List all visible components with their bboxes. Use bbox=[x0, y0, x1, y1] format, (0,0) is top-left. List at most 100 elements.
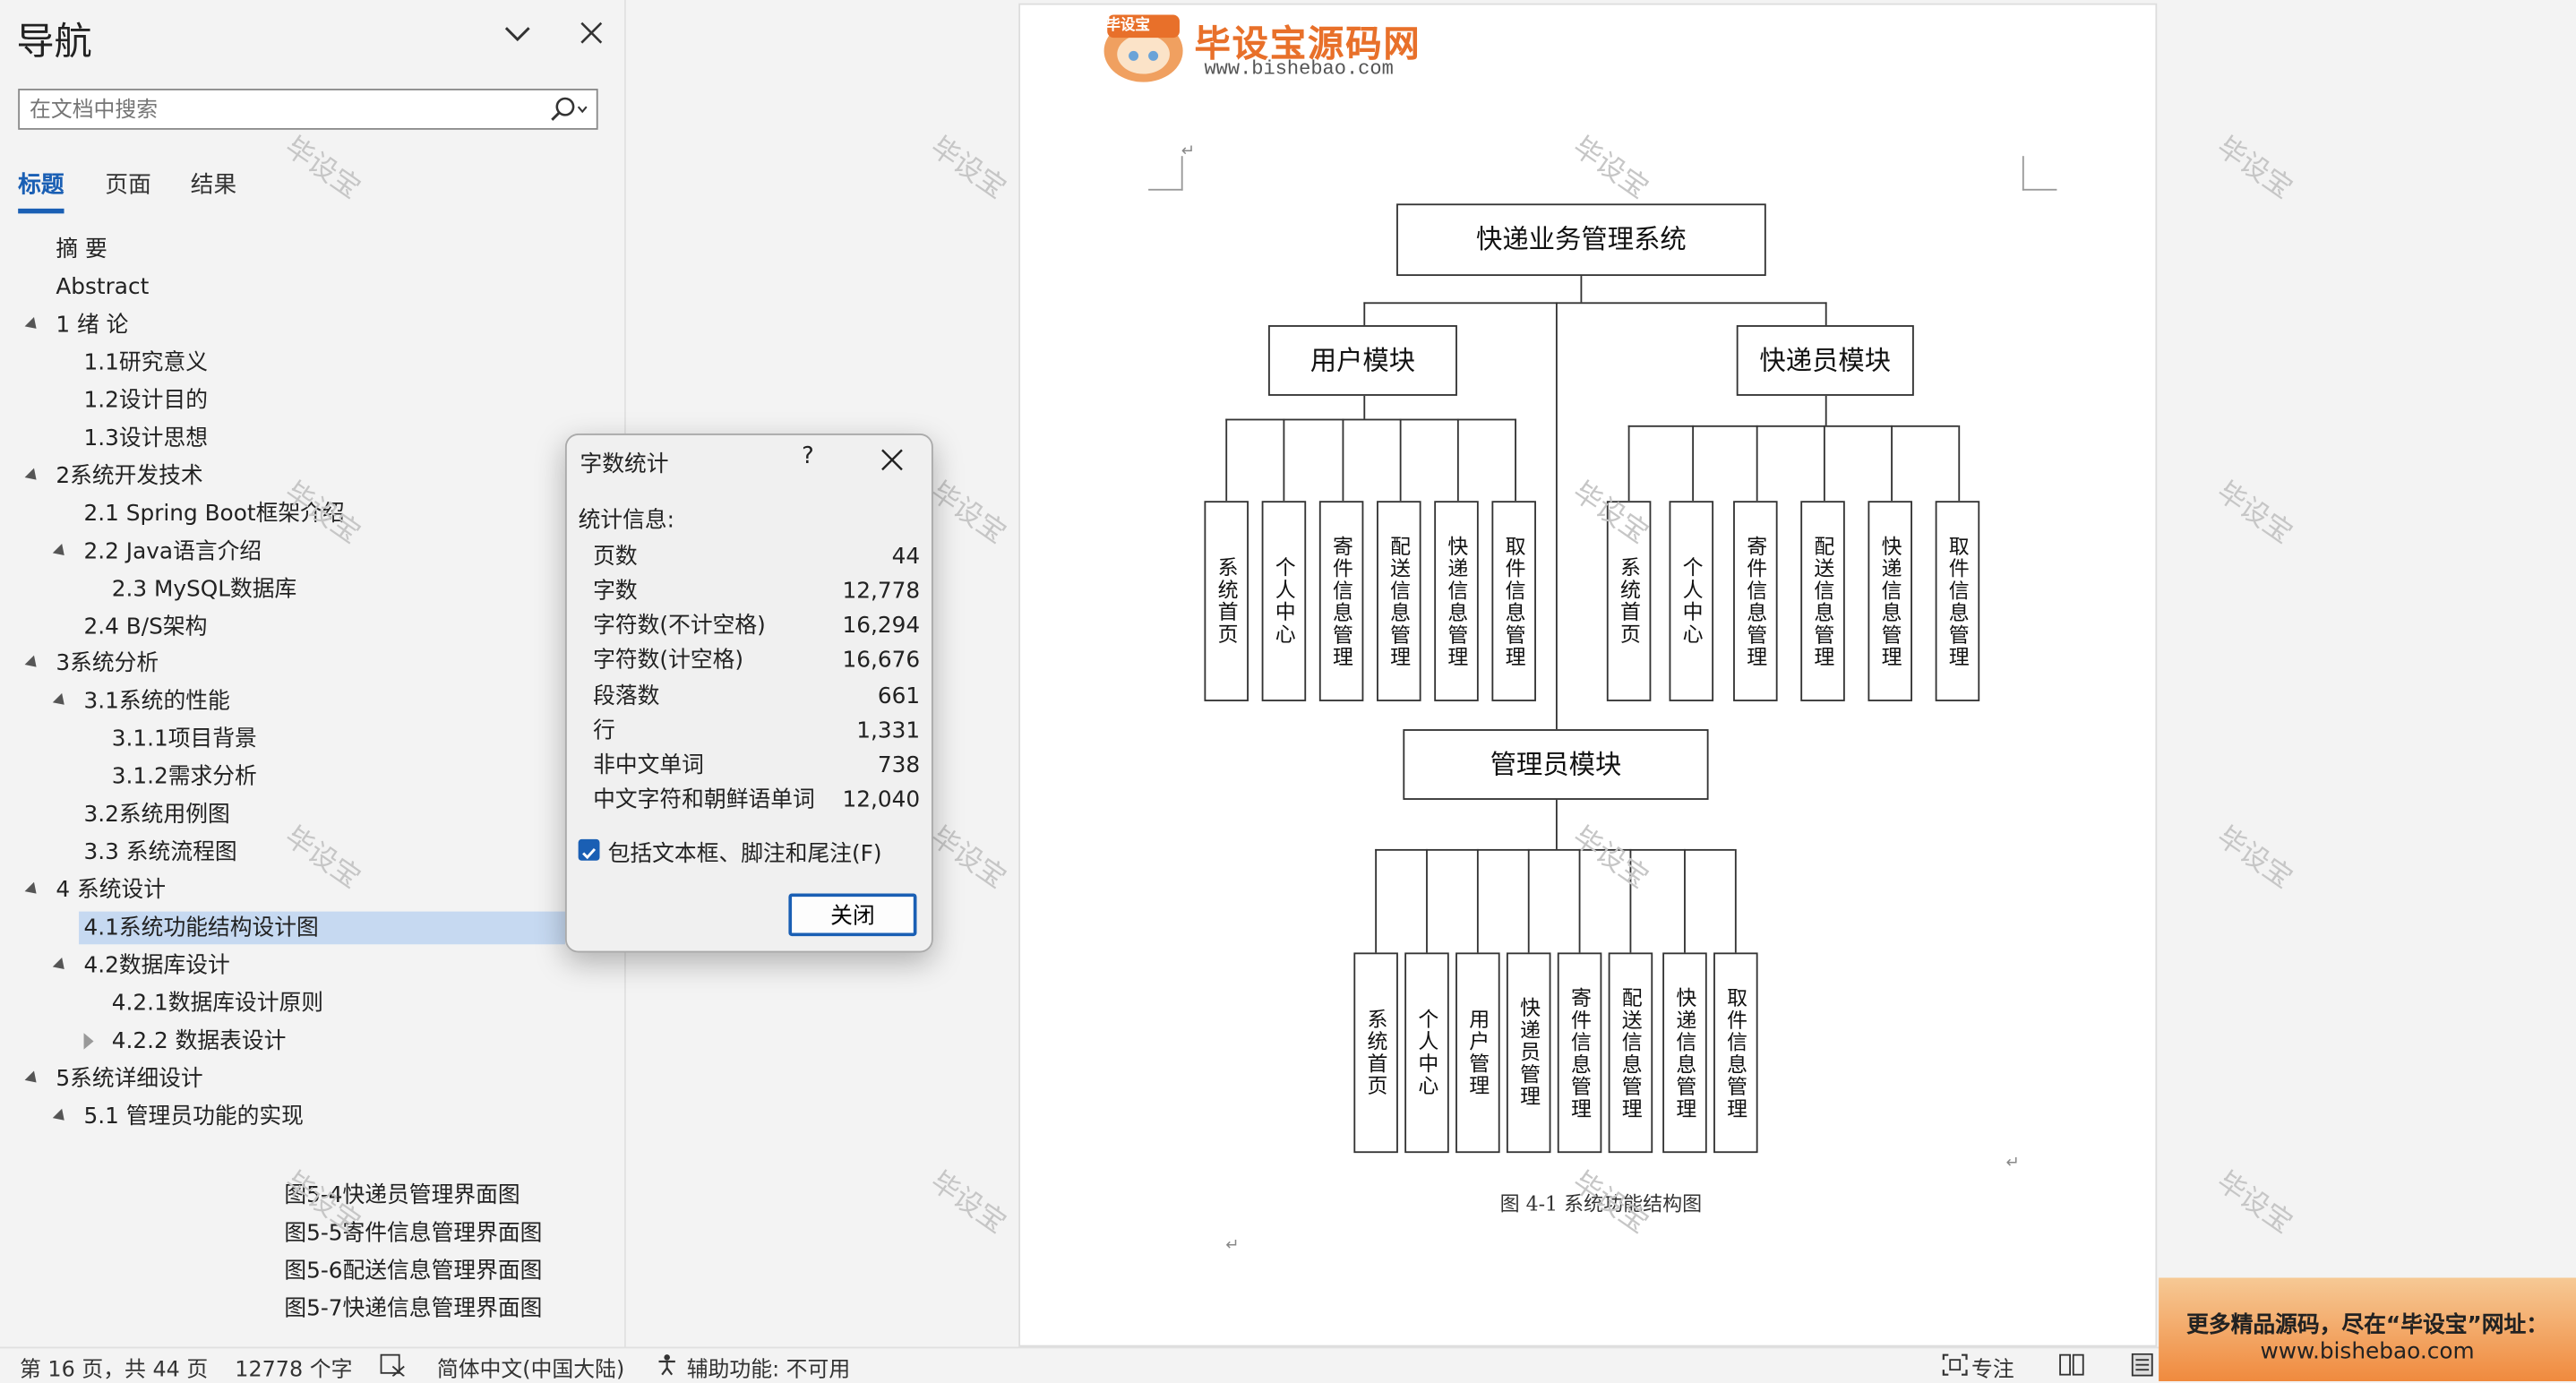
chart-leaf-label: 个人中心 bbox=[1271, 556, 1297, 646]
expand-arrow-icon[interactable] bbox=[52, 543, 69, 560]
proofing-icon[interactable] bbox=[380, 1353, 406, 1383]
tab-headings[interactable]: 标题 bbox=[18, 168, 64, 201]
checkbox-label[interactable]: 包括文本框、脚注和尾注(F) bbox=[608, 834, 882, 867]
nav-heading-item[interactable]: 4.1系统功能结构设计图 bbox=[79, 911, 565, 945]
stat-row: 中文字符和朝鲜语单词 12,040 bbox=[593, 784, 920, 817]
expand-arrow-icon[interactable] bbox=[24, 468, 41, 485]
chart-leaf-label: 配送信息管理 bbox=[1618, 986, 1644, 1120]
statistics-label: 统计信息: bbox=[578, 507, 675, 534]
expand-arrow-icon[interactable] bbox=[24, 1070, 41, 1087]
page-count-status[interactable]: 第 16 页，共 44 页 bbox=[20, 1352, 208, 1383]
watermark-text: 毕设宝 bbox=[2210, 820, 2298, 896]
tab-pages[interactable]: 页面 bbox=[105, 168, 150, 201]
focus-mode-label[interactable]: 专注 bbox=[1971, 1352, 2014, 1383]
chart-leaf-label: 快递信息管理 bbox=[1877, 534, 1902, 668]
stat-value: 16,294 bbox=[842, 612, 921, 640]
accessibility-status[interactable]: 辅助功能: 不可用 bbox=[687, 1352, 851, 1383]
nav-heading-item[interactable]: 1.2设计目的 bbox=[79, 384, 208, 417]
chart-courier-module: 快递员模块 bbox=[1736, 325, 1914, 396]
stat-value: 12,040 bbox=[842, 786, 921, 813]
nav-heading-item[interactable]: 2.3 MySQL数据库 bbox=[107, 572, 297, 606]
stat-value: 1,331 bbox=[856, 717, 921, 744]
stat-row: 页数 44 bbox=[593, 540, 920, 573]
nav-heading-item[interactable]: 3.1.1项目背景 bbox=[107, 723, 257, 756]
chart-leaf-label: 寄件信息管理 bbox=[1743, 534, 1768, 668]
stat-row: 字符数(不计空格) 16,294 bbox=[593, 609, 920, 642]
document-page[interactable]: 毕设宝 毕设宝源码网 www.bishebao.com ↵ 快递业务管理系统 用… bbox=[1018, 3, 2158, 1347]
chart-leaf-node: 寄件信息管理 bbox=[1557, 952, 1602, 1154]
language-status[interactable]: 简体中文(中国大陆) bbox=[437, 1352, 624, 1383]
nav-heading-item[interactable]: 3系统分析 bbox=[51, 648, 159, 681]
chart-leaf-label: 个人中心 bbox=[1679, 556, 1704, 646]
watermark-text: 毕设宝 bbox=[923, 476, 1012, 551]
nav-heading-item[interactable]: 4.2.2 数据表设计 bbox=[107, 1025, 287, 1058]
nav-heading-item[interactable]: 2.4 B/S架构 bbox=[79, 610, 208, 643]
close-icon[interactable] bbox=[577, 18, 606, 47]
nav-heading-item[interactable]: 1.1研究意义 bbox=[79, 347, 208, 380]
chart-leaf-label: 取件信息管理 bbox=[1501, 534, 1526, 668]
collapse-arrow-icon[interactable] bbox=[83, 1033, 94, 1050]
promo-banner[interactable]: 更多精品源码，尽在“毕设宝”网址： www.bishebao.com bbox=[2159, 1277, 2576, 1382]
close-icon[interactable] bbox=[880, 447, 904, 471]
chart-leaf-label: 快递信息管理 bbox=[1444, 534, 1469, 668]
nav-heading-item[interactable]: 4 系统设计 bbox=[51, 874, 166, 907]
watermark-text: 毕设宝 bbox=[2210, 476, 2298, 551]
chart-root-node: 快递业务管理系统 bbox=[1396, 203, 1766, 277]
stat-label: 页数 bbox=[593, 543, 638, 571]
print-layout-icon[interactable] bbox=[2129, 1353, 2155, 1383]
close-button[interactable]: 关闭 bbox=[788, 893, 917, 937]
chevron-down-icon[interactable] bbox=[501, 20, 534, 49]
tab-results[interactable]: 结果 bbox=[191, 168, 236, 201]
nav-figure-item[interactable]: 图5-7快递信息管理界面图 bbox=[284, 1289, 542, 1322]
stat-row: 字符数(计空格) 16,676 bbox=[593, 644, 920, 677]
expand-arrow-icon[interactable] bbox=[24, 316, 41, 333]
expand-arrow-icon[interactable] bbox=[52, 958, 69, 975]
chart-leaf-label: 取件信息管理 bbox=[1723, 986, 1748, 1120]
nav-heading-item[interactable]: Abstract bbox=[51, 271, 149, 304]
nav-heading-item[interactable]: 3.1系统的性能 bbox=[79, 685, 230, 718]
stat-value: 44 bbox=[891, 543, 921, 571]
nav-heading-item[interactable]: 3.2系统用例图 bbox=[79, 799, 230, 832]
read-mode-icon[interactable] bbox=[2058, 1353, 2084, 1383]
stat-label: 字符数(不计空格) bbox=[593, 612, 766, 640]
chart-leaf-label: 系统首页 bbox=[1616, 556, 1642, 646]
search-box[interactable] bbox=[18, 89, 598, 130]
nav-heading-item[interactable]: 4.2.1数据库设计原则 bbox=[107, 987, 323, 1020]
nav-heading-item[interactable]: 3.1.2需求分析 bbox=[107, 760, 257, 794]
chart-leaf-node: 配送信息管理 bbox=[1800, 501, 1845, 701]
nav-figure-item[interactable]: 图5-6配送信息管理界面图 bbox=[284, 1251, 542, 1284]
chart-leaf-node: 快递信息管理 bbox=[1868, 501, 1912, 701]
stat-label: 非中文单词 bbox=[593, 752, 704, 779]
accessibility-icon[interactable] bbox=[656, 1353, 682, 1383]
focus-icon[interactable] bbox=[1942, 1353, 1968, 1383]
chart-leaf-label: 快递信息管理 bbox=[1672, 986, 1697, 1120]
nav-heading-item[interactable]: 5系统详细设计 bbox=[51, 1062, 202, 1095]
paragraph-mark: ↵ bbox=[1225, 1236, 1240, 1255]
nav-heading-item[interactable]: 1.3设计思想 bbox=[79, 422, 208, 455]
search-icon[interactable] bbox=[547, 95, 590, 125]
nav-heading-item[interactable]: 3.3 系统流程图 bbox=[79, 837, 237, 870]
stat-value: 661 bbox=[877, 683, 921, 710]
watermark-text: 毕设宝 bbox=[923, 820, 1012, 896]
search-input[interactable] bbox=[30, 95, 523, 125]
logo-url: www.bishebao.com bbox=[1204, 57, 1394, 81]
nav-heading-item[interactable]: 5.1 管理员功能的实现 bbox=[79, 1100, 304, 1133]
nav-heading-item[interactable]: 1 绪 论 bbox=[51, 309, 128, 342]
help-icon[interactable]: ? bbox=[802, 443, 814, 469]
expand-arrow-icon[interactable] bbox=[24, 656, 41, 673]
chart-leaf-node: 寄件信息管理 bbox=[1318, 501, 1364, 701]
chart-leaf-label: 寄件信息管理 bbox=[1567, 986, 1593, 1120]
chart-leaf-node: 取件信息管理 bbox=[1935, 501, 1980, 701]
nav-heading-item[interactable]: 2.2 Java语言介绍 bbox=[79, 535, 262, 568]
expand-arrow-icon[interactable] bbox=[52, 1108, 69, 1125]
include-textbox-checkbox[interactable] bbox=[578, 838, 600, 861]
word-count-status[interactable]: 12778 个字 bbox=[235, 1352, 352, 1383]
expand-arrow-icon[interactable] bbox=[24, 881, 41, 899]
stat-label: 段落数 bbox=[593, 683, 660, 710]
nav-heading-item[interactable]: 摘 要 bbox=[51, 233, 107, 266]
chart-leaf-node: 配送信息管理 bbox=[1608, 952, 1653, 1154]
nav-heading-item[interactable]: 4.2数据库设计 bbox=[79, 949, 230, 983]
chart-leaf-node: 取件信息管理 bbox=[1713, 952, 1758, 1154]
nav-heading-item[interactable]: 2系统开发技术 bbox=[51, 460, 202, 493]
expand-arrow-icon[interactable] bbox=[52, 693, 69, 710]
